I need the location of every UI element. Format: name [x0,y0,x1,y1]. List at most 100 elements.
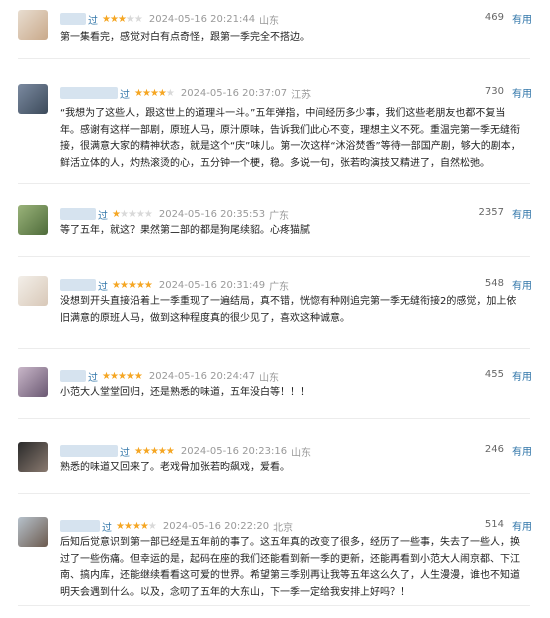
useful-count: 455 [484,369,504,380]
review-meta: 过 ★★★★★ 2024-05-16 20:24:47 山东 [60,369,280,384]
review-meta: 过 ★★★★★ 2024-05-16 20:22:20 北京 [60,519,294,534]
useful-count: 514 [484,519,504,530]
review-location: 山东 [259,15,280,27]
star-empty-icon: ★ [165,87,175,99]
star-filled-icon: ★ [109,13,119,25]
review-time: 2024-05-16 20:37:07 [180,87,288,99]
rating-stars: ★★★★★ [102,13,143,25]
star-filled-icon: ★ [141,445,151,457]
star-filled-icon: ★ [134,445,143,457]
star-filled-icon: ★ [157,87,167,99]
user-avatar[interactable] [18,517,48,547]
review-content: 没想到开头直接沿着上一季重现了一遍结局，真不错，恍惚有种刚追完第一季无缝衔接2的… [60,296,517,324]
username-redaction [60,520,100,532]
review-content: 第一集看完，感觉对白有点奇怪，跟第一季完全不搭边。 [60,32,310,43]
user-avatar[interactable] [18,442,48,472]
review-location: 山东 [259,372,280,384]
review-divider [18,418,530,419]
username-redaction [60,279,96,291]
useful-count: 548 [484,278,504,289]
username-redaction [60,370,86,382]
review-divider [18,256,530,257]
review-location: 江苏 [291,89,312,101]
username-link[interactable]: 过 [98,278,108,293]
useful-button[interactable]: 有用 [512,518,532,533]
star-filled-icon: ★ [127,279,137,291]
useful-button[interactable]: 有用 [512,443,532,458]
review-content: 等了五年，就这？果然第二部的都是狗尾续貂。心疼猫腻 [60,225,310,236]
username-redaction [60,87,118,99]
star-filled-icon: ★ [117,13,127,25]
star-filled-icon: ★ [123,520,133,532]
star-filled-icon: ★ [157,445,167,457]
review-time: 2024-05-16 20:24:47 [148,370,256,382]
star-filled-icon: ★ [149,445,159,457]
star-filled-icon: ★ [112,279,121,291]
username-link[interactable]: 过 [88,12,98,27]
user-avatar[interactable] [18,276,48,306]
star-filled-icon: ★ [125,370,135,382]
star-filled-icon: ★ [134,87,143,99]
review-time: 2024-05-16 20:35:53 [158,208,266,220]
star-filled-icon: ★ [133,370,143,382]
useful-button[interactable]: 有用 [512,85,532,100]
username-link[interactable]: 过 [102,519,112,534]
star-filled-icon: ★ [119,279,129,291]
useful-button[interactable]: 有用 [512,277,532,292]
user-avatar[interactable] [18,10,48,40]
star-filled-icon: ★ [135,279,145,291]
useful-count: 730 [484,86,504,97]
star-empty-icon: ★ [147,520,157,532]
star-filled-icon: ★ [102,13,111,25]
rating-stars: ★★★★★ [134,445,175,457]
star-empty-icon: ★ [119,208,129,220]
review-content: 小范大人堂堂回归，还是熟悉的味道，五年没白等！！！ [60,387,310,398]
useful-count: 246 [484,444,504,455]
review-content: “我想为了这些人，跟这世上的道理斗一斗。”五年弹指，中间经历多少事，我们这些老朋… [60,108,521,169]
rating-stars: ★★★★★ [102,370,143,382]
review-divider [18,493,530,494]
star-filled-icon: ★ [139,520,149,532]
review-time: 2024-05-16 20:21:44 [148,13,256,25]
user-avatar[interactable] [18,205,48,235]
username-redaction [60,445,118,457]
star-filled-icon: ★ [102,370,111,382]
review-location: 山东 [291,447,312,459]
username-link[interactable]: 过 [98,207,108,222]
star-filled-icon: ★ [141,87,151,99]
review-divider [18,348,530,349]
username-link[interactable]: 过 [88,369,98,384]
user-avatar[interactable] [18,84,48,114]
review-location: 广东 [269,210,290,222]
rating-stars: ★★★★★ [112,279,153,291]
useful-button[interactable]: 有用 [512,368,532,383]
review-divider [18,58,530,59]
review-meta: 过 ★★★★★ 2024-05-16 20:23:16 山东 [60,444,312,459]
star-filled-icon: ★ [117,370,127,382]
review-content: 后知后觉意识到第一部已经是五年前的事了。这五年真的改变了很多，经历了一些事，失去… [60,537,520,598]
review-location: 广东 [269,281,290,293]
username-redaction [60,208,96,220]
username-link[interactable]: 过 [120,86,130,101]
review-divider [18,183,530,184]
star-empty-icon: ★ [135,208,145,220]
review-meta: 过 ★★★★★ 2024-05-16 20:31:49 广东 [60,278,290,293]
useful-button[interactable]: 有用 [512,11,532,26]
star-empty-icon: ★ [143,208,153,220]
star-filled-icon: ★ [165,445,175,457]
useful-count: 469 [484,12,504,23]
rating-stars: ★★★★★ [112,208,153,220]
star-empty-icon: ★ [125,13,135,25]
star-filled-icon: ★ [131,520,141,532]
rating-stars: ★★★★★ [116,520,157,532]
star-empty-icon: ★ [127,208,137,220]
star-filled-icon: ★ [112,208,121,220]
username-link[interactable]: 过 [120,444,130,459]
star-filled-icon: ★ [109,370,119,382]
review-meta: 过 ★★★★★ 2024-05-16 20:37:07 江苏 [60,86,312,101]
star-filled-icon: ★ [149,87,159,99]
useful-button[interactable]: 有用 [512,206,532,221]
review-location: 北京 [273,522,294,534]
rating-stars: ★★★★★ [134,87,175,99]
user-avatar[interactable] [18,367,48,397]
